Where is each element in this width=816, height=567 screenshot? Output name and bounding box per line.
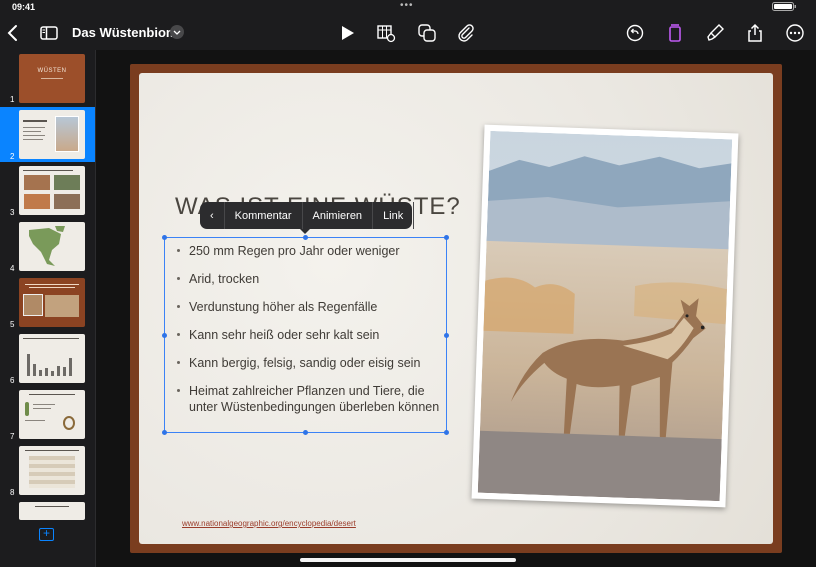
resize-handle[interactable] [303,430,308,435]
sidebar-toggle-icon [40,26,58,40]
slide-preview [19,166,85,215]
resize-handle[interactable] [444,333,449,338]
format-icon [669,24,681,42]
back-chevron-icon [7,25,17,41]
back-button[interactable] [0,20,26,46]
slide-thumbnail-6[interactable]: 6 [0,331,95,386]
slide-number: 3 [10,208,15,217]
text-selection-box[interactable] [162,235,449,435]
add-slide-button[interactable]: + [39,527,54,541]
paperclip-icon [458,24,474,42]
slide-preview [19,110,85,159]
slide-number: 7 [10,432,15,441]
slide-number: 2 [10,152,15,161]
slide-thumbnail-8[interactable]: 8 [0,443,95,498]
insert-shape-button[interactable] [414,20,440,46]
resize-handle[interactable] [444,430,449,435]
coyote-illustration [477,130,733,502]
slide-number: 1 [10,95,15,104]
resize-handle[interactable] [444,235,449,240]
slide-preview-title: WÜSTEN [37,68,67,74]
slide-thumbnail-3[interactable]: 3 [0,163,95,218]
slide-number: 4 [10,264,15,273]
slide-background: WAS IST EINE WÜSTE? 250 mm Regen pro Jah… [139,73,773,544]
context-menu-back[interactable]: ‹ [200,202,225,229]
animate-button[interactable] [702,20,728,46]
resize-handle[interactable] [162,235,167,240]
resize-handle[interactable] [162,333,167,338]
resize-handle[interactable] [303,235,308,240]
photo-image [477,130,733,502]
slide-navigator: 1 WÜSTEN 2 3 4 5 6 7 8 + [0,50,96,567]
slide-thumbnail-9[interactable] [0,499,95,521]
slide-thumbnail-7[interactable]: 7 [0,387,95,442]
slide-number: 8 [10,488,15,497]
table-insert-icon [377,25,396,43]
source-link[interactable]: www.nationalgeographic.org/encyclopedia/… [182,519,356,528]
toolbar: Das Wüstenbiom [0,16,816,50]
slide-number: 6 [10,376,15,385]
slide-preview [19,278,85,327]
status-bar: 09:41 ••• [0,0,816,14]
slide-preview [19,502,85,520]
undo-button[interactable] [622,20,648,46]
undo-icon [626,24,644,42]
keynote-window: 09:41 ••• Das Wüstenbiom 1 WÜSTEN 2 3 4 … [0,0,816,567]
insert-media-button[interactable] [453,20,479,46]
format-button[interactable] [662,20,688,46]
shapes-icon [418,24,436,42]
coyote-photo[interactable] [471,124,739,508]
context-menu-animate[interactable]: Animieren [303,202,374,229]
slide-thumbnail-4[interactable]: 4 [0,219,95,274]
document-title[interactable]: Das Wüstenbiom [72,25,177,40]
slide-thumbnail-2[interactable]: 2 [0,107,95,162]
title-dropdown-button[interactable] [170,25,184,39]
context-menu-pointer [300,229,310,234]
share-button[interactable] [742,20,768,46]
title-dropdown-icon [173,30,181,35]
multitasking-dots[interactable]: ••• [400,0,414,11]
play-icon [342,26,354,40]
slide-preview [19,390,85,439]
share-icon [748,23,762,42]
more-icon [786,24,804,42]
slide-thumbnail-1[interactable]: 1 WÜSTEN [0,50,95,105]
slide-number: 5 [10,320,15,329]
insert-table-button[interactable] [373,20,399,46]
slide-preview [19,446,85,495]
slide-preview [19,222,85,271]
context-menu-comment[interactable]: Kommentar [225,202,303,229]
home-indicator[interactable] [300,558,516,562]
paintbrush-icon [707,24,724,41]
slide-canvas[interactable]: WAS IST EINE WÜSTE? 250 mm Regen pro Jah… [96,50,816,567]
more-button[interactable] [782,20,808,46]
status-time: 09:41 [12,2,36,12]
battery-icon [772,2,796,11]
resize-handle[interactable] [162,430,167,435]
slide-thumbnail-5[interactable]: 5 [0,275,95,330]
slide-preview [19,334,85,383]
sidebar-toggle-button[interactable] [36,20,62,46]
context-menu-link[interactable]: Link [373,202,415,229]
slide-preview: WÜSTEN [19,54,85,103]
slide[interactable]: WAS IST EINE WÜSTE? 250 mm Regen pro Jah… [130,64,782,553]
play-button[interactable] [334,20,360,46]
context-menu: ‹ Kommentar Animieren Link [200,202,415,234]
